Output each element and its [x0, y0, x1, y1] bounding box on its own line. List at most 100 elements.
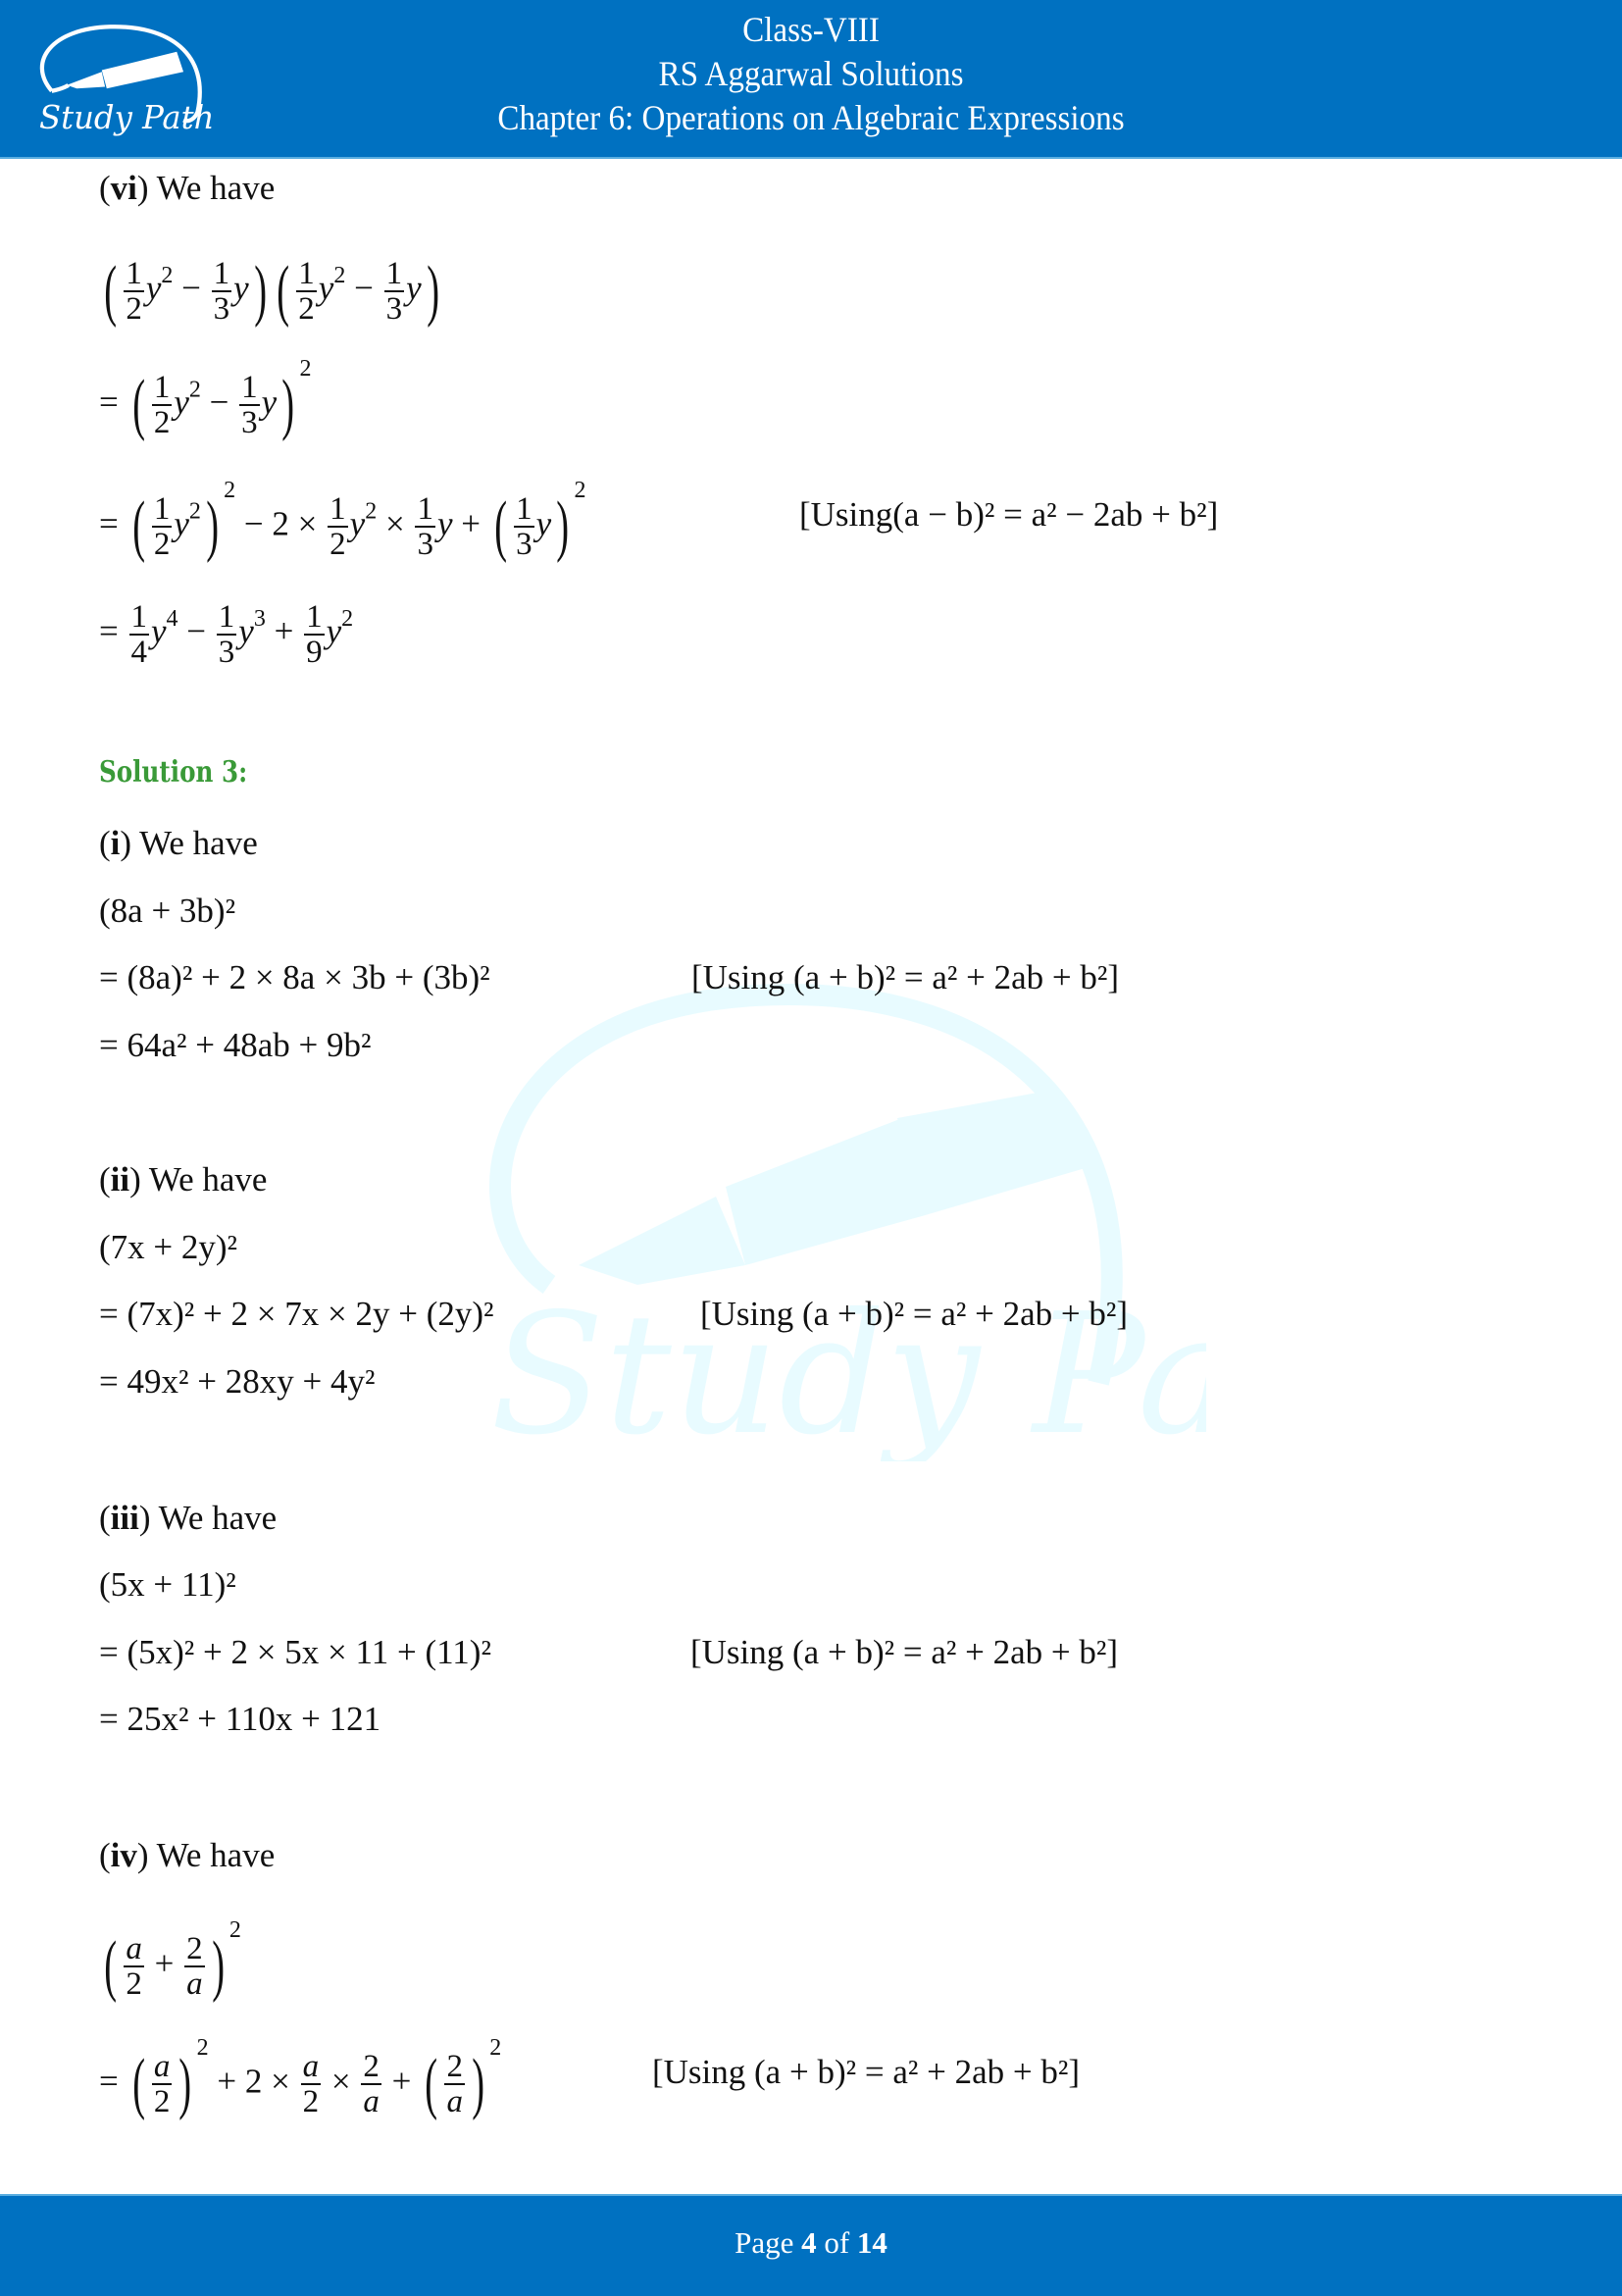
page-number: Page 4 of 14: [0, 2225, 1622, 2261]
part-iii-intro: (iii) We have: [99, 1499, 278, 1537]
part-vi-line2: = (1 2 y2 − 1 3 y) 2: [99, 357, 311, 439]
exponent: 2: [299, 356, 312, 382]
denominator: 3: [516, 527, 532, 563]
parenthesis: (: [425, 2046, 438, 2122]
math-token: We have: [140, 1160, 268, 1199]
math-token: iii: [110, 1499, 139, 1537]
fraction: a2: [124, 1932, 144, 2001]
math-token: [726, 1118, 922, 1265]
part-ii-intro: (ii) We have: [99, 1160, 268, 1199]
math-token: +: [145, 1944, 183, 1983]
paren-open: (: [104, 253, 118, 329]
denominator: 2: [153, 527, 171, 563]
numerator: 1: [216, 599, 237, 636]
part-label: vi: [110, 169, 137, 207]
identity-note: [Using(a − b)² = a² − 2ab + b²]: [799, 495, 1219, 534]
part-i-expr: (8a + 3b)²: [99, 892, 236, 930]
part-iv-step: = (a 2) 2 + 2 × a2 × 2a + (2 a) 2: [99, 2036, 501, 2122]
fraction: 13: [239, 371, 260, 439]
numerator: 1: [211, 256, 232, 292]
numerator: 2: [361, 2049, 381, 2086]
part-iii-expr: (5x + 11)²: [99, 1565, 236, 1604]
solution-heading: Solution 3:: [99, 755, 248, 790]
math-token: y: [174, 504, 189, 543]
math-token: We have: [150, 1499, 278, 1537]
math-token: y: [436, 504, 453, 543]
exponent: 2: [228, 1917, 241, 1943]
part-ii-expr: (7x + 2y)²: [99, 1228, 238, 1266]
math-token: y: [535, 504, 552, 543]
paren-open: (: [277, 253, 290, 329]
fraction: 2a: [184, 1932, 205, 2001]
part-vi-line1: (1 2 y2 − 1 3 y)(1 2 y2 − 1 3 y): [99, 253, 444, 329]
math-token: −: [173, 269, 210, 308]
denominator: 2: [329, 527, 346, 563]
fraction: 13: [211, 256, 232, 326]
numerator: 1: [304, 599, 325, 636]
paren-close: ): [253, 253, 267, 329]
math-token: Page: [735, 2225, 802, 2260]
identity-note: [Using (a + b)² = a² + 2ab + b²]: [700, 1295, 1129, 1333]
fraction: 14: [128, 600, 149, 670]
book-title: RS Aggarwal Solutions: [658, 54, 964, 93]
fraction: a2: [300, 2050, 322, 2118]
exponent: 3: [253, 606, 266, 633]
identity-note: [Using (a + b)² = a² + 2ab + b²]: [690, 1633, 1119, 1671]
numerator: 1: [151, 491, 173, 529]
chapter-title: Chapter 6: Operations on Algebraic Expre…: [497, 98, 1125, 137]
page-header: Study Path Class-VIII RS Aggarwal Soluti…: [0, 0, 1622, 159]
denominator: 3: [241, 405, 258, 441]
numerator: a: [151, 2049, 173, 2086]
part-i-intro: (i) We have: [99, 824, 258, 862]
math-token: −: [177, 612, 215, 651]
math-token: 2: [244, 2062, 263, 2101]
numerator: 1: [328, 491, 348, 529]
math-token: y: [261, 383, 278, 422]
fraction: a2: [151, 2049, 173, 2120]
denominator: 2: [298, 291, 315, 327]
paren-close: ): [426, 253, 439, 329]
fraction: 12: [328, 492, 348, 561]
study-path-watermark-icon: Study Path: [488, 984, 1206, 1461]
part-vi-line3: = (1 2 y2) 2 − 2 × 1 2 y2 × 13y + (1 3 y) 2: [99, 479, 585, 565]
parenthesis: (: [131, 2046, 145, 2122]
parenthesis: (: [104, 1928, 118, 2005]
math-token: 2: [272, 504, 289, 543]
parenthesis: ): [178, 2046, 192, 2122]
total-pages: 14: [856, 2225, 887, 2260]
math-token: ×: [262, 2062, 299, 2101]
math-token: +: [382, 2062, 421, 2101]
denominator: 3: [417, 527, 433, 563]
numerator: 2: [184, 1931, 205, 1968]
numerator: 1: [239, 370, 260, 407]
page-footer: Page 4 of 14: [0, 2194, 1622, 2296]
denominator: 4: [130, 635, 148, 670]
math-token: −: [345, 269, 382, 308]
part-iii-result: = 25x² + 110x + 121: [99, 1700, 381, 1738]
math-token: [579, 1197, 745, 1285]
denominator: a: [363, 2084, 380, 2120]
exponent: 2: [489, 2035, 502, 2061]
exponent: 2: [196, 2035, 209, 2061]
denominator: 2: [126, 1966, 142, 2003]
math-token: We have: [131, 824, 258, 862]
class-title: Class-VIII: [742, 10, 880, 49]
math-token: of: [816, 2225, 857, 2260]
parenthesis: ): [556, 488, 570, 565]
denominator: 9: [306, 635, 323, 670]
math-token: ×: [377, 504, 414, 543]
math-token: y: [349, 504, 366, 543]
math-token: ii: [110, 1160, 130, 1199]
part-i-step: = (8a)² + 2 × 8a × 3b + (3b)²: [99, 958, 490, 996]
part-i-result: = 64a² + 48ab + 9b²: [99, 1026, 372, 1064]
exponent: 2: [341, 606, 354, 633]
math-token: y: [233, 269, 249, 308]
fraction: 12: [151, 371, 173, 439]
math-token: y: [406, 269, 422, 308]
exponent: 2: [574, 478, 586, 503]
exponent: 2: [365, 498, 378, 525]
denominator: 3: [218, 635, 235, 670]
math-token: y: [145, 269, 162, 308]
math-token: +: [452, 504, 489, 543]
denominator: 2: [153, 2084, 171, 2120]
